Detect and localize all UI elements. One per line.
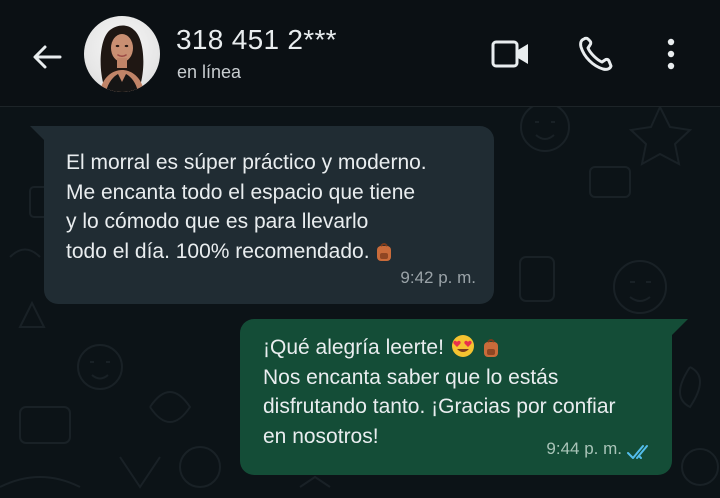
avatar[interactable] [84, 16, 160, 92]
message-text: El morral es súper práctico y moderno. M… [66, 148, 427, 266]
message-line: El morral es súper práctico y moderno. [66, 151, 427, 174]
phone-icon[interactable] [576, 34, 616, 74]
backpack-emoji-icon [377, 242, 392, 261]
message-time: 9:42 p. m. [400, 267, 476, 287]
outgoing-message[interactable]: ¡Qué alegría leerte! Nos encanta saber q… [240, 319, 672, 475]
heart-eyes-face-emoji-icon [451, 335, 474, 357]
contact-status: en línea [177, 62, 242, 82]
arrow-left-icon[interactable] [30, 40, 64, 74]
backpack-emoji-icon [483, 339, 498, 357]
more-vertical-icon[interactable] [660, 34, 682, 74]
message-line: y lo cómodo que es para llevarlo [66, 210, 369, 233]
message-time: 9:44 p. m. [546, 438, 622, 458]
chat-area[interactable]: El morral es súper práctico y moderno. M… [0, 107, 720, 498]
read-double-check-icon [627, 445, 648, 459]
video-camera-icon[interactable] [490, 36, 532, 72]
message-line: todo el día. 100% recomendado. [66, 239, 370, 263]
contact-name[interactable]: 318 451 2*** [176, 24, 337, 56]
outgoing-bubble-tail [672, 319, 688, 335]
chat-header: 318 451 2*** en línea [0, 0, 720, 107]
incoming-message[interactable]: El morral es súper práctico y moderno. M… [44, 126, 494, 304]
message-line: disfrutando tanto. ¡Gracias por confiar [263, 395, 616, 418]
message-line: Nos encanta saber que lo estás [263, 365, 559, 389]
message-line: ¡Qué alegría leerte! [263, 336, 444, 359]
message-line: Me encanta todo el espacio que tiene [66, 180, 416, 204]
profile-photo [100, 25, 144, 92]
